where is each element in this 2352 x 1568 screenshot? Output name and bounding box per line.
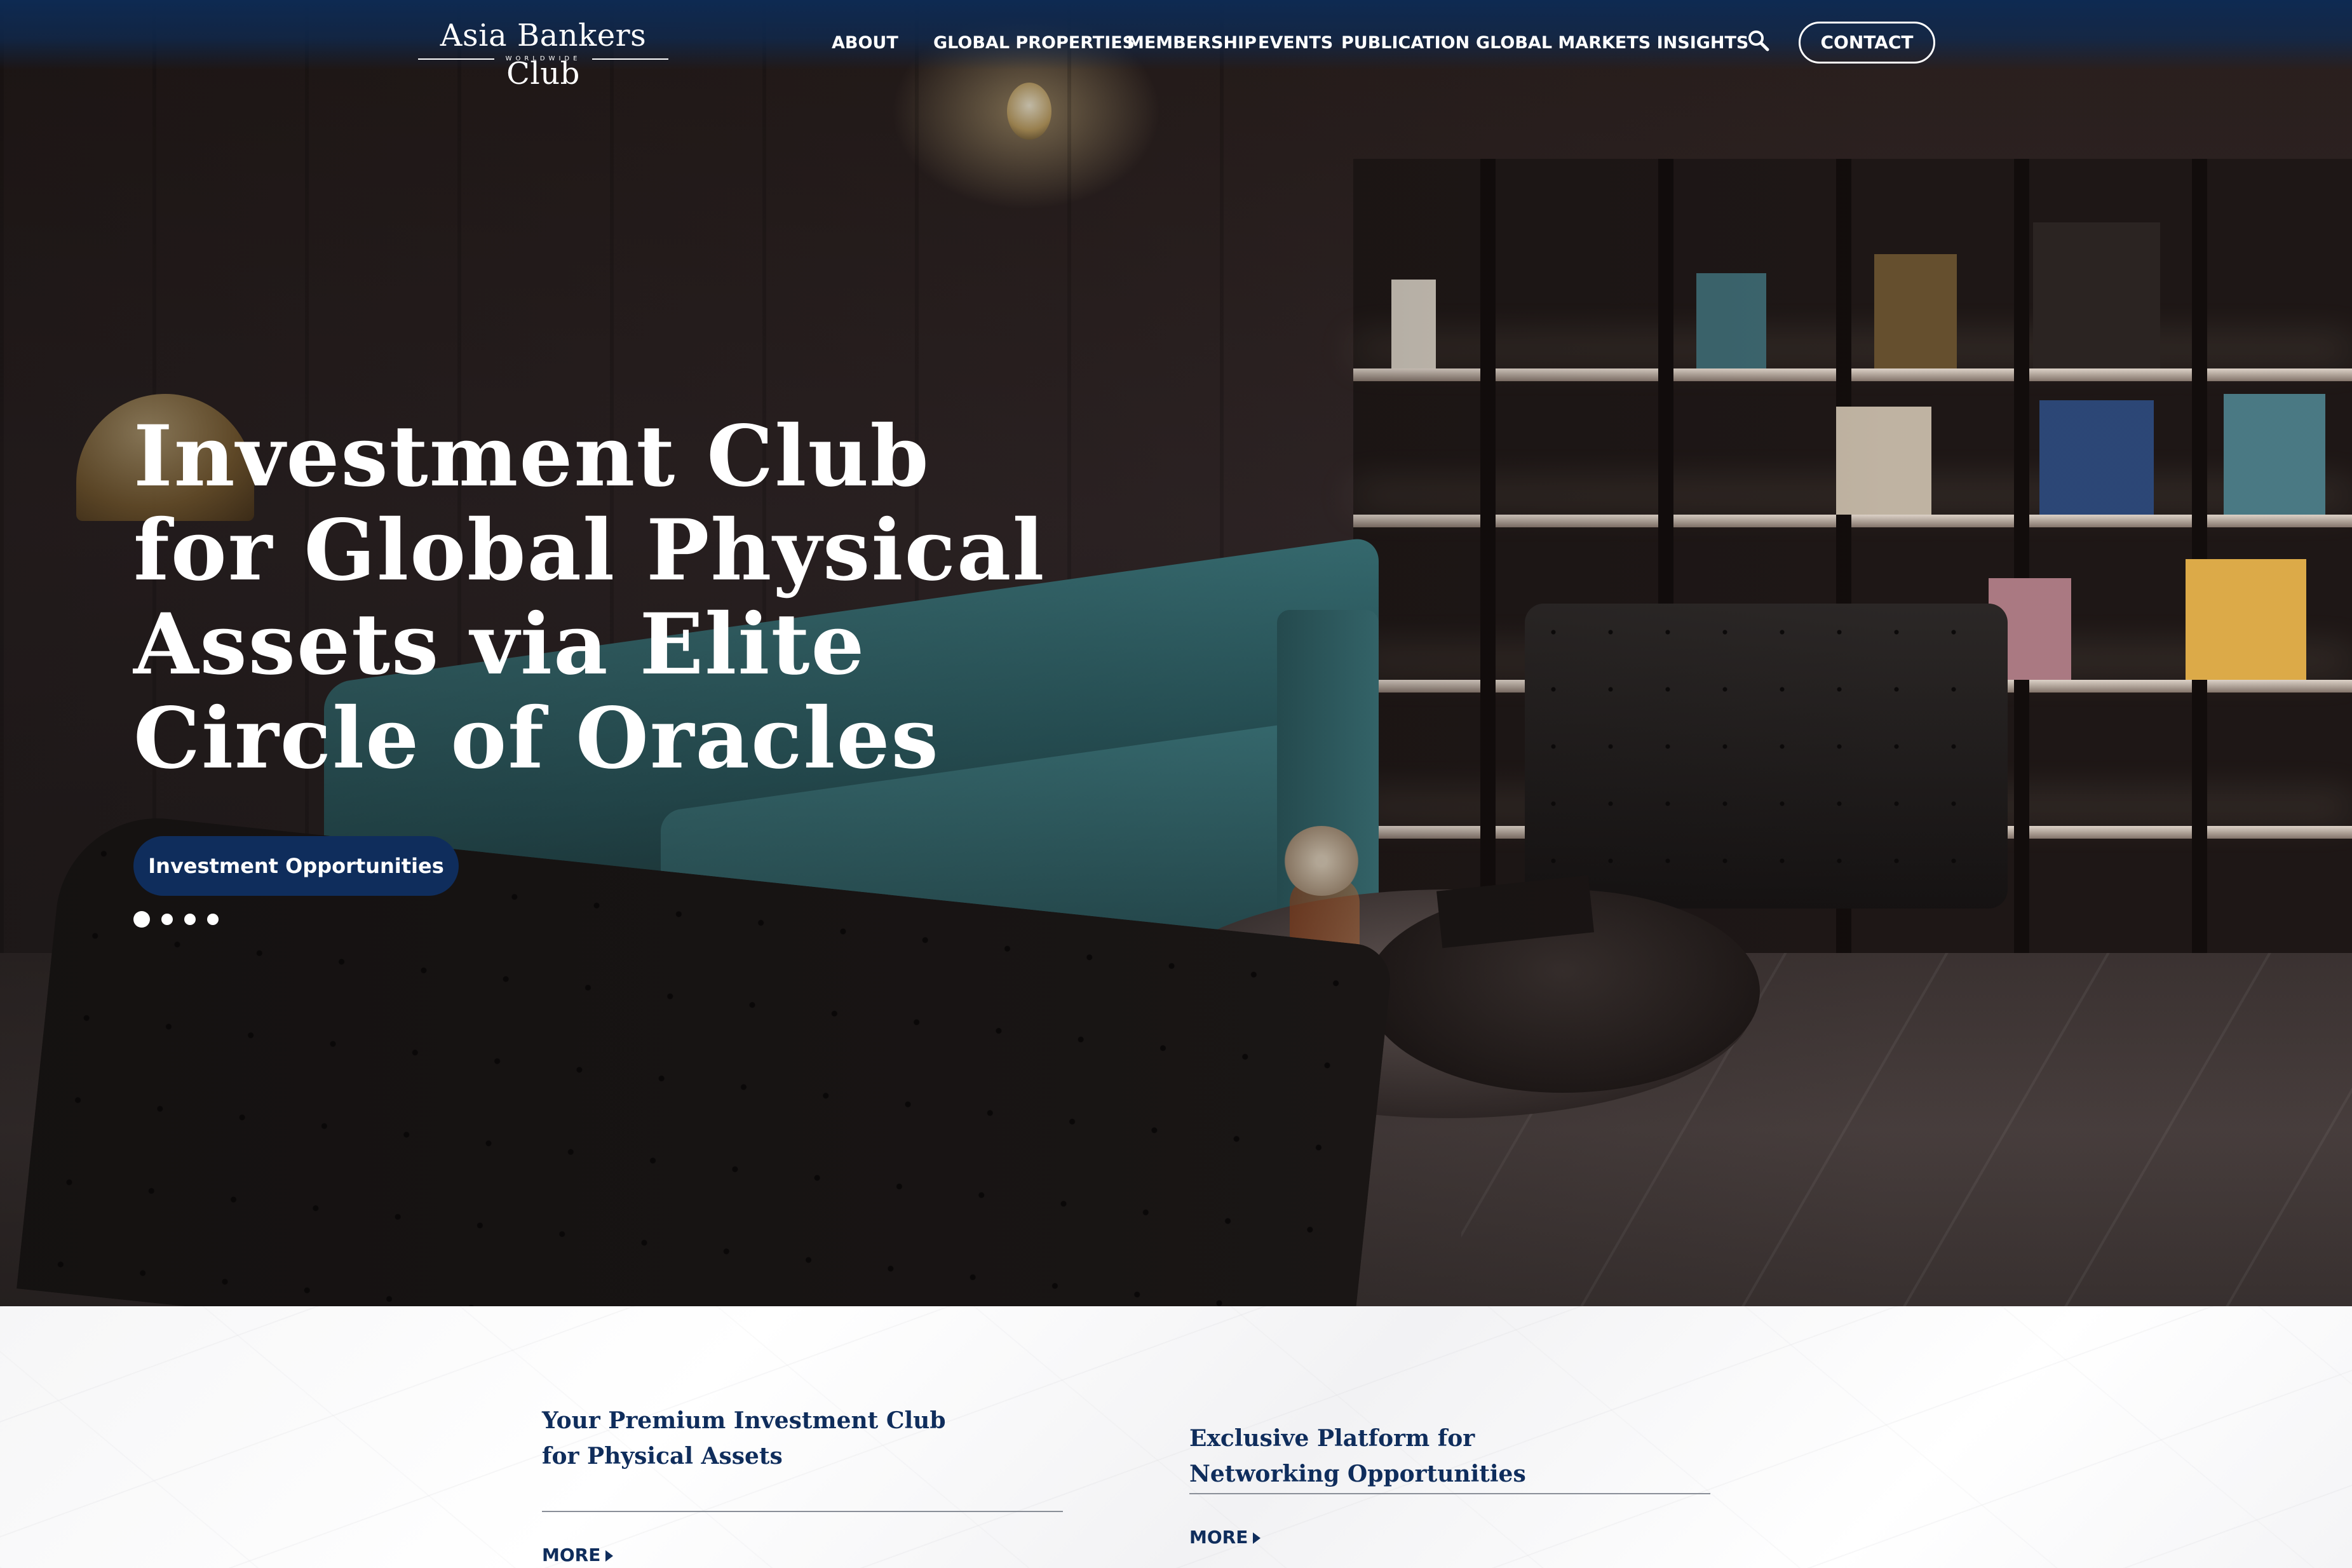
card-divider [1189, 1493, 1710, 1494]
main-nav: ABOUT GLOBAL PROPERTIES MEMBERSHIP EVENT… [0, 30, 2352, 56]
search-icon[interactable] [1746, 28, 1771, 53]
logo-tagline: WORLDWIDE [413, 55, 673, 64]
nav-item-membership[interactable]: MEMBERSHIP [1127, 30, 1257, 56]
nav-item-global-markets-insights[interactable]: GLOBAL MARKETS INSIGHTS [1476, 30, 1748, 56]
more-label: MORE [542, 1544, 601, 1565]
hero-title-line: Investment Club [133, 407, 930, 506]
hero-title-line: Assets via Elite [133, 595, 866, 694]
nav-item-global-properties[interactable]: GLOBAL PROPERTIES [933, 30, 1135, 56]
intro-card-investment-club: Your Premium Investment Club for Physica… [542, 1403, 1063, 1565]
hero-title: Investment Club for Global Physical Asse… [133, 410, 1055, 786]
card-more-link[interactable]: MORE [542, 1544, 613, 1567]
nav-item-publication[interactable]: PUBLICATION [1341, 30, 1470, 56]
slider-dot-4[interactable] [207, 914, 219, 925]
card-title: Your Premium Investment Club for Physica… [542, 1403, 1063, 1474]
chevron-right-icon [1253, 1532, 1260, 1544]
intro-card-networking: Exclusive Platform for Networking Opport… [1189, 1421, 1710, 1548]
card-more-link[interactable]: MORE [1189, 1526, 1260, 1549]
marble-texture [0, 1306, 2352, 1568]
hero-title-line: Circle of Oracles [133, 689, 940, 788]
card-title-line: Exclusive Platform for [1189, 1425, 1475, 1452]
nav-item-about[interactable]: ABOUT [832, 30, 898, 56]
card-title-line: Your Premium Investment Club [542, 1407, 946, 1434]
slider-dot-1[interactable] [133, 911, 150, 928]
card-title-line: Networking Opportunities [1189, 1461, 1526, 1487]
card-title-line: for Physical Assets [542, 1443, 783, 1470]
card-title: Exclusive Platform for Networking Opport… [1189, 1421, 1710, 1492]
card-divider [542, 1511, 1063, 1512]
slider-dot-2[interactable] [161, 914, 173, 925]
chevron-right-icon [605, 1550, 613, 1562]
nav-item-events[interactable]: EVENTS [1258, 30, 1333, 56]
investment-opportunities-button[interactable]: Investment Opportunities [133, 836, 459, 896]
hero-title-line: for Global Physical [133, 501, 1046, 600]
slider-dot-3[interactable] [184, 914, 196, 925]
site-header: Asia Bankers Club WORLDWIDE ABOUT GLOBAL… [0, 0, 2352, 91]
more-label: MORE [1189, 1527, 1248, 1548]
contact-button[interactable]: CONTACT [1799, 22, 1935, 64]
